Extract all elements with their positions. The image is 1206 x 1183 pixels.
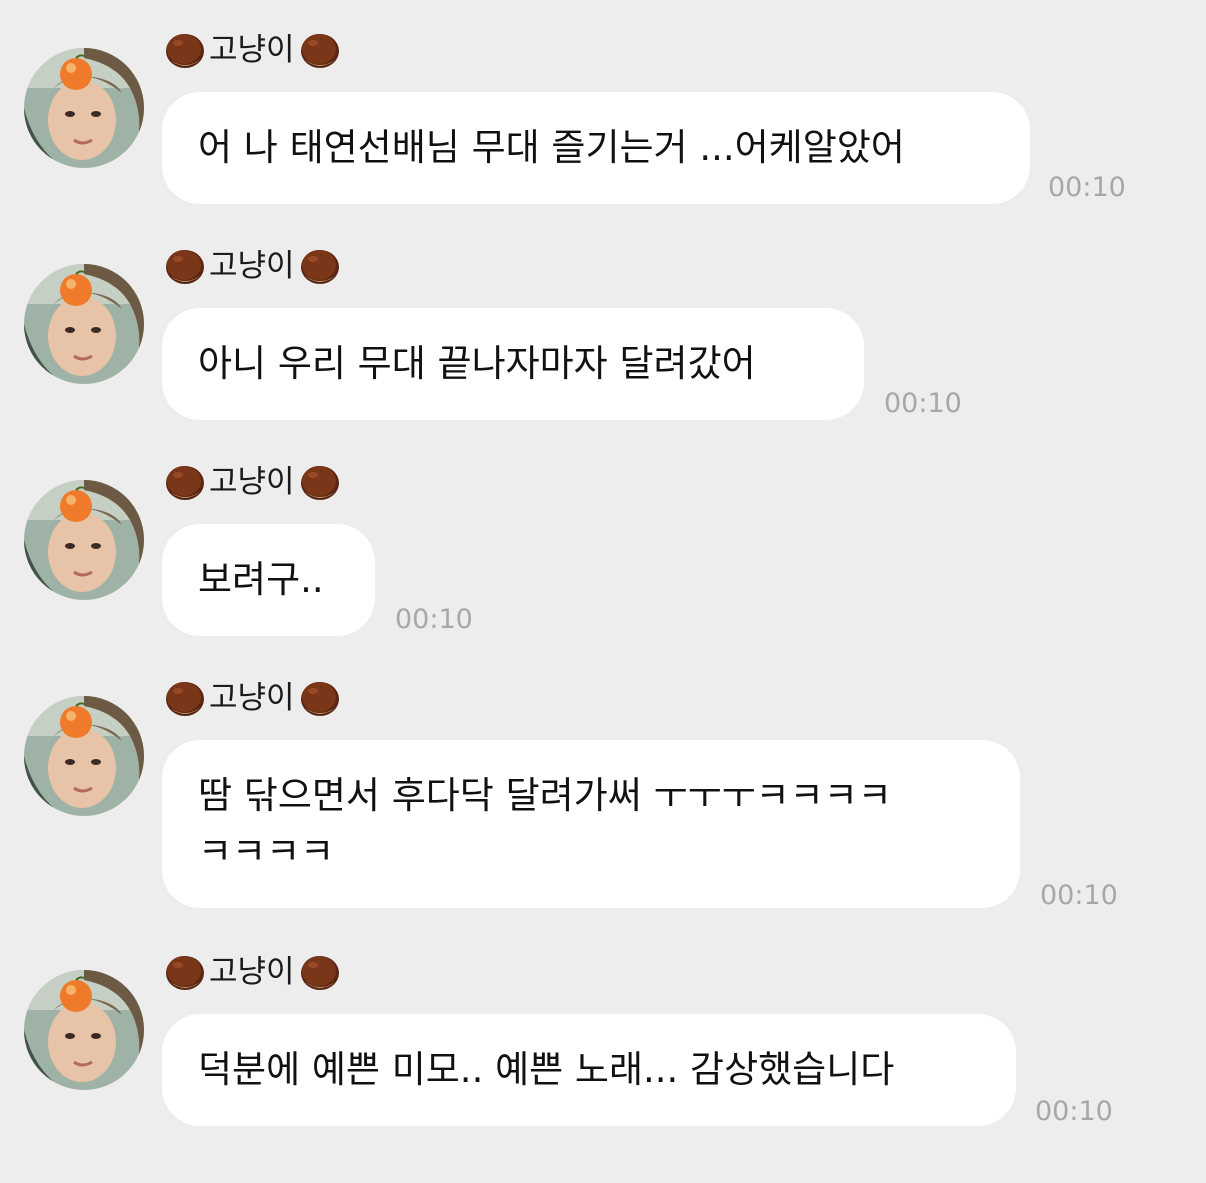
message-time: 00:10: [1040, 880, 1118, 911]
avatar[interactable]: [24, 48, 144, 168]
sender-name-row: 고냥이: [164, 26, 341, 74]
chestnut-icon: [299, 30, 341, 70]
sender-name: 고냥이: [209, 954, 295, 990]
chestnut-icon: [299, 246, 341, 286]
sender-name: 고냥이: [209, 248, 295, 284]
avatar[interactable]: [24, 264, 144, 384]
sender-name: 고냥이: [209, 464, 295, 500]
profile-photo-icon: [24, 480, 144, 600]
sender-name-row: 고냥이: [164, 948, 341, 996]
sender-name: 고냥이: [209, 680, 295, 716]
profile-photo-icon: [24, 48, 144, 168]
avatar[interactable]: [24, 970, 144, 1090]
sender-name-row: 고냥이: [164, 674, 341, 722]
message-bubble[interactable]: 땀 닦으면서 후다닥 달려가써 ㅜㅜㅜㅋㅋㅋㅋ ㅋㅋㅋㅋ: [162, 740, 1020, 908]
chestnut-icon: [164, 952, 206, 992]
chestnut-icon: [164, 30, 206, 70]
message-bubble[interactable]: 아니 우리 무대 끝나자마자 달려갔어: [162, 308, 864, 420]
chestnut-icon: [299, 462, 341, 502]
message-time: 00:10: [1048, 172, 1126, 203]
chestnut-icon: [164, 462, 206, 502]
avatar[interactable]: [24, 480, 144, 600]
profile-photo-icon: [24, 970, 144, 1090]
sender-name: 고냥이: [209, 32, 295, 68]
profile-photo-icon: [24, 696, 144, 816]
chestnut-icon: [164, 678, 206, 718]
message-bubble[interactable]: 보려구..: [162, 524, 375, 636]
message-bubble[interactable]: 덕분에 예쁜 미모.. 예쁜 노래... 감상했습니다: [162, 1014, 1016, 1126]
message-time: 00:10: [884, 388, 962, 419]
message-time: 00:10: [395, 604, 473, 635]
chestnut-icon: [299, 678, 341, 718]
chestnut-icon: [164, 246, 206, 286]
message-time: 00:10: [1035, 1096, 1113, 1127]
chat-message-list[interactable]: 고냥이 어 나 태연선배님 무대 즐기는거 ...어케알았어 00:10 고냥이…: [0, 0, 1206, 1183]
avatar[interactable]: [24, 696, 144, 816]
sender-name-row: 고냥이: [164, 458, 341, 506]
message-bubble[interactable]: 어 나 태연선배님 무대 즐기는거 ...어케알았어: [162, 92, 1030, 204]
profile-photo-icon: [24, 264, 144, 384]
sender-name-row: 고냥이: [164, 242, 341, 290]
chestnut-icon: [299, 952, 341, 992]
